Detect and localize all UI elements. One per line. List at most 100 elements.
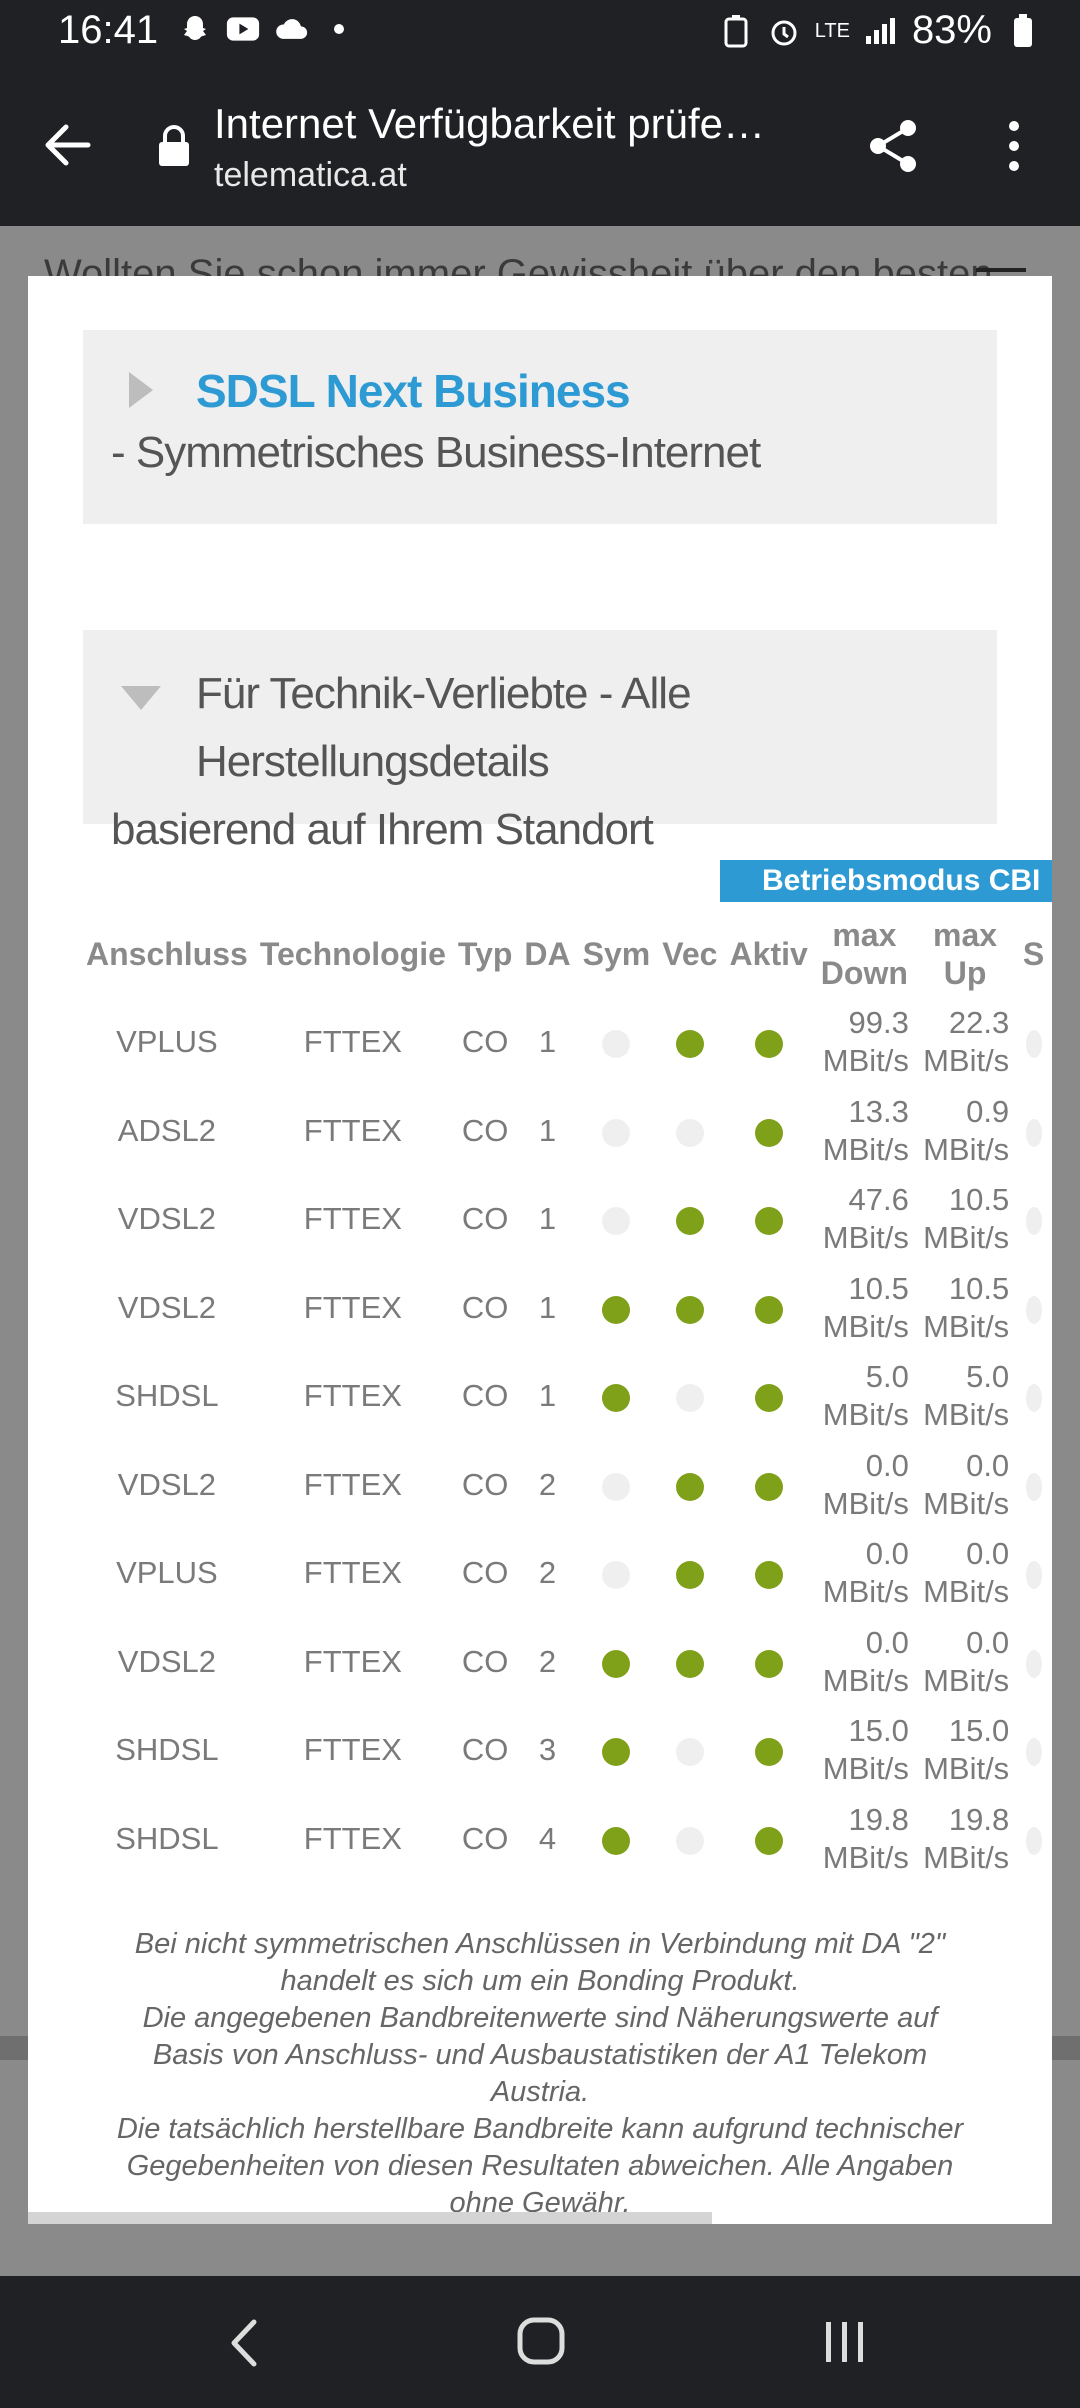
speed-unit: MBit/s <box>822 1751 909 1787</box>
cell-da: 2 <box>538 1466 557 1502</box>
table-row: VPLUS FTTEX CO 2 0.0 MBit/s 0.0 MBit/s <box>80 1529 1052 1618</box>
share-icon[interactable] <box>862 114 926 178</box>
table-row: VPLUS FTTEX CO 1 99.3 MBit/s 22.3 MBit/s <box>80 998 1052 1087</box>
col-aktiv: Aktiv <box>729 935 808 972</box>
sym-status-dot-icon <box>602 1561 631 1590</box>
speed-value: 0.0 <box>865 1536 909 1572</box>
vec-status-dot-icon <box>675 1384 704 1413</box>
speed-value: 13.3 <box>848 1093 909 1129</box>
cell-aktiv <box>724 1795 814 1884</box>
tech-details-heading[interactable]: Für Technik-Verliebte - Alle Herstellung… <box>111 660 991 864</box>
cell-sym <box>577 1175 657 1264</box>
speed-unit: MBit/s <box>822 1220 909 1256</box>
col-extra: S <box>1022 935 1045 972</box>
vec-status-dot-icon <box>675 1826 704 1855</box>
alarm-icon <box>767 14 801 48</box>
cell-extra <box>1015 1529 1052 1618</box>
nav-home-icon[interactable] <box>516 2316 566 2366</box>
back-arrow-icon[interactable] <box>38 114 100 176</box>
nav-back-icon[interactable] <box>224 2316 264 2370</box>
cell-technologie: FTTEX <box>303 1112 402 1148</box>
horizontal-scrollbar[interactable] <box>28 2212 712 2224</box>
cell-da: 2 <box>538 1643 557 1679</box>
cell-aktiv <box>724 1352 814 1441</box>
lock-icon[interactable] <box>156 124 192 168</box>
details-modal: SDSL Next Business - Symmetrisches Busin… <box>28 276 1052 2224</box>
cell-typ: CO <box>461 1378 509 1414</box>
mode-tab[interactable]: Betriebsmodus CBI <box>720 860 1052 902</box>
cell-technologie: FTTEX <box>303 1555 402 1591</box>
cell-sym <box>577 1264 657 1353</box>
table-row: SHDSL FTTEX CO 4 19.8 MBit/s 19.8 MBit/s <box>80 1795 1052 1884</box>
speed-value: 10.5 <box>948 1182 1010 1218</box>
speed-value: 0.0 <box>966 1536 1010 1572</box>
extra-status-dot-icon <box>1025 1472 1042 1501</box>
col-anschluss: Anschluss <box>86 935 248 972</box>
nav-recents-icon[interactable] <box>822 2320 868 2364</box>
speed-value: 0.0 <box>966 1624 1010 1660</box>
vec-status-dot-icon <box>675 1649 704 1678</box>
cell-max-up: 0.0 MBit/s <box>915 1441 1015 1530</box>
extra-status-dot-icon <box>1025 1738 1042 1767</box>
sym-status-dot-icon <box>602 1030 631 1059</box>
cell-sym <box>577 1352 657 1441</box>
extra-status-dot-icon <box>1025 1118 1042 1147</box>
expand-arrow-icon[interactable] <box>129 372 153 408</box>
cell-aktiv <box>724 1175 814 1264</box>
cell-da: 4 <box>538 1820 557 1856</box>
cell-max-down: 47.6 MBit/s <box>814 1175 915 1264</box>
dot-icon <box>322 12 356 46</box>
vec-status-dot-icon <box>675 1118 704 1147</box>
sym-status-dot-icon <box>602 1384 631 1413</box>
cell-anschluss: SHDSL <box>115 1378 219 1414</box>
sym-status-dot-icon <box>602 1649 631 1678</box>
cell-extra <box>1015 1795 1052 1884</box>
extra-status-dot-icon <box>1025 1030 1042 1059</box>
aktiv-status-dot-icon <box>754 1738 783 1767</box>
cell-max-up: 22.3 MBit/s <box>915 998 1015 1087</box>
cell-max-up: 0.0 MBit/s <box>915 1618 1015 1707</box>
cell-vec <box>656 1175 723 1264</box>
note-line: Bei nicht symmetrischen Anschlüssen in V… <box>134 1928 946 1960</box>
cell-vec <box>656 998 723 1087</box>
sym-status-dot-icon <box>602 1738 631 1767</box>
speed-value: 47.6 <box>848 1182 909 1218</box>
cell-vec <box>656 1441 723 1530</box>
cell-vec <box>656 1087 723 1176</box>
cell-anschluss: VDSL2 <box>117 1466 217 1502</box>
extra-status-dot-icon <box>1025 1295 1042 1324</box>
speed-unit: MBit/s <box>822 1397 909 1433</box>
speed-value: 19.8 <box>948 1801 1010 1837</box>
tech-details-card[interactable]: Für Technik-Verliebte - Alle Herstellung… <box>83 630 997 854</box>
sdsl-card[interactable]: SDSL Next Business - Symmetrisches Busin… <box>83 330 997 524</box>
more-options-icon[interactable] <box>994 114 1034 178</box>
sdsl-link[interactable]: SDSL Next Business <box>196 364 631 418</box>
cell-max-down: 10.5 MBit/s <box>814 1264 915 1353</box>
cell-aktiv <box>724 1529 814 1618</box>
cell-technologie: FTTEX <box>303 1466 402 1502</box>
aktiv-status-dot-icon <box>754 1207 783 1236</box>
page-title[interactable]: Internet Verfügbarkeit prüfe… <box>214 100 814 148</box>
cell-extra <box>1015 1264 1052 1353</box>
cell-da: 3 <box>538 1732 557 1768</box>
sdsl-subtitle: - Symmetrisches Business-Internet <box>111 428 761 477</box>
cell-anschluss: SHDSL <box>115 1820 219 1856</box>
aktiv-status-dot-icon <box>754 1030 783 1059</box>
cell-max-up: 0.0 MBit/s <box>915 1529 1015 1618</box>
cell-max-down: 0.0 MBit/s <box>814 1441 915 1530</box>
table-row: VDSL2 FTTEX CO 1 10.5 MBit/s 10.5 MBit/s <box>80 1264 1052 1353</box>
cell-typ: CO <box>461 1289 509 1325</box>
cell-typ: CO <box>461 1643 509 1679</box>
cell-aktiv <box>724 1618 814 1707</box>
cell-max-down: 13.3 MBit/s <box>814 1087 915 1176</box>
table-row: ADSL2 FTTEX CO 1 13.3 MBit/s 0.9 MBit/s <box>80 1087 1052 1176</box>
speed-value: 22.3 <box>948 1005 1010 1041</box>
cell-anschluss: ADSL2 <box>117 1112 217 1148</box>
cell-sym <box>577 1087 657 1176</box>
speed-value: 10.5 <box>948 1270 1010 1306</box>
cell-max-up: 5.0 MBit/s <box>915 1352 1015 1441</box>
cell-extra <box>1015 1618 1052 1707</box>
url-host[interactable]: telematica.at <box>214 156 407 195</box>
aktiv-status-dot-icon <box>754 1295 783 1324</box>
cell-da: 1 <box>538 1024 557 1060</box>
